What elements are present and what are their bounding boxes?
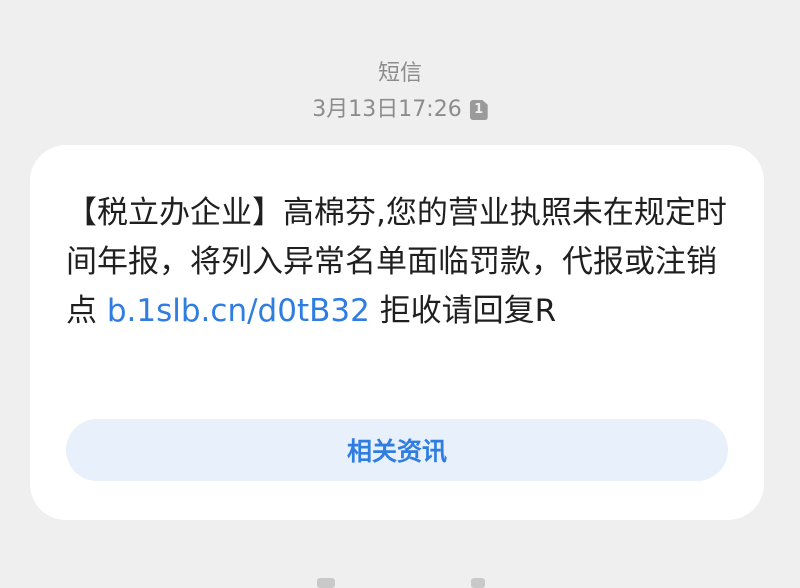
bottom-toolbar-fragment-right <box>471 578 485 588</box>
timestamp: 3月13日17:26 <box>312 97 462 122</box>
message-body-suffix: 拒收请回复R <box>379 293 557 329</box>
bottom-toolbar-fragment-left <box>317 578 335 588</box>
message-text: 【税立办企业】高棉芬,您的营业执照未在规定时间年报，将列入异常名单面临罚款，代报… <box>66 189 730 336</box>
message-bubble: 【税立办企业】高棉芬,您的营业执照未在规定时间年报，将列入异常名单面临罚款，代报… <box>30 145 764 520</box>
sim-slot-number: 1 <box>474 102 484 117</box>
message-link[interactable]: b.1slb.cn/d0tB32 <box>107 293 370 329</box>
sim-card-icon: 1 <box>469 100 488 120</box>
sender-label: 短信 <box>377 61 422 86</box>
related-info-button-label: 相关资讯 <box>346 437 447 466</box>
timestamp-row: 3月13日17:26 1 <box>0 94 800 126</box>
message-header: 短信 3月13日17:26 1 <box>0 58 800 126</box>
related-info-button[interactable]: 相关资讯 <box>66 419 728 481</box>
